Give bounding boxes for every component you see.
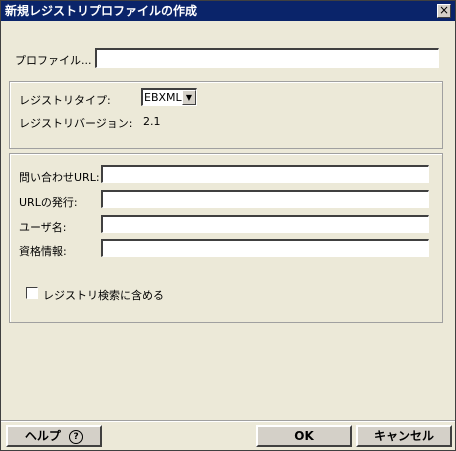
username-input[interactable]	[101, 215, 429, 233]
username-label: ユーザ名:	[19, 221, 67, 234]
registry-type-select[interactable]: EBXML ▼	[141, 88, 197, 106]
dialog-window: 新規レジストリプロファイルの作成 × プロファイル... レジストリタイプ: E…	[0, 0, 456, 451]
dialog-content: プロファイル... レジストリタイプ: EBXML ▼ レジストリバージョン: …	[1, 21, 455, 450]
registry-version-value: 2.1	[143, 115, 161, 128]
help-icon: ?	[69, 429, 84, 444]
query-url-label: 問い合わせURL:	[19, 171, 100, 184]
publish-url-input[interactable]	[101, 190, 429, 208]
title-bar: 新規レジストリプロファイルの作成 ×	[1, 1, 455, 21]
help-button-label: ヘルプ	[24, 429, 61, 443]
include-search-checkbox[interactable]	[26, 287, 38, 299]
registry-version-label: レジストリバージョン:	[19, 117, 133, 130]
help-button[interactable]: ヘルプ ?	[6, 425, 102, 447]
chevron-down-icon: ▼	[182, 90, 196, 105]
profile-label: プロファイル...	[15, 54, 92, 67]
ok-button[interactable]: OK	[256, 425, 352, 447]
registry-type-label: レジストリタイプ:	[19, 94, 111, 107]
profile-input[interactable]	[95, 48, 439, 68]
include-search-label: レジストリ検索に含める	[43, 289, 164, 302]
cancel-button[interactable]: キャンセル	[356, 425, 452, 447]
credentials-label: 資格情報:	[19, 245, 67, 258]
close-button[interactable]: ×	[437, 4, 451, 18]
credentials-input[interactable]	[101, 239, 429, 257]
window-title: 新規レジストリプロファイルの作成	[5, 4, 198, 18]
publish-url-label: URLの発行:	[19, 196, 78, 209]
footer-separator	[1, 420, 455, 422]
registry-type-value: EBXML	[144, 91, 182, 104]
query-url-input[interactable]	[101, 165, 429, 183]
